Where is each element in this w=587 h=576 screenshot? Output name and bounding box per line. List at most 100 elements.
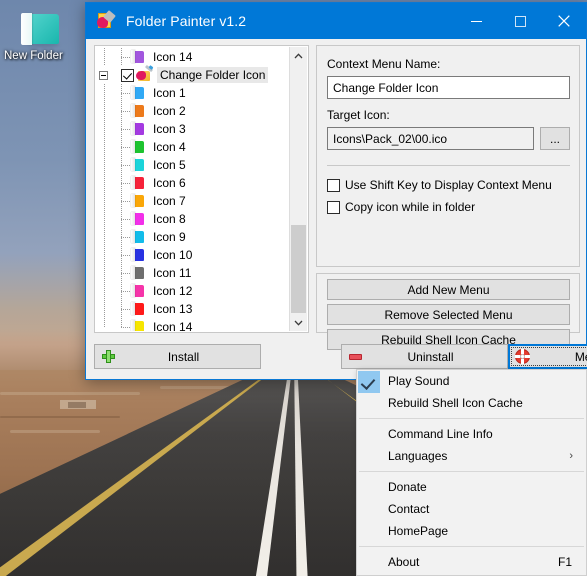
tree-item-icon-1[interactable]: Icon 1 — [96, 84, 290, 102]
menu-item-label: Donate — [388, 480, 427, 494]
chevron-up-icon[interactable] — [290, 47, 307, 64]
uninstall-button[interactable]: Uninstall — [341, 344, 508, 369]
tree-line — [113, 120, 130, 138]
minimize-icon[interactable] — [454, 3, 498, 39]
wallpaper-detail — [10, 430, 100, 433]
menu-item-label: Play Sound — [388, 374, 450, 388]
tree-item-icon-9[interactable]: Icon 9 — [96, 228, 290, 246]
context-menu-name-input[interactable] — [327, 76, 570, 99]
tree-item-icon-10[interactable]: Icon 10 — [96, 246, 290, 264]
tree-expander[interactable] — [96, 66, 113, 84]
folder-icon — [130, 211, 146, 227]
tree-item-icon-6[interactable]: Icon 6 — [96, 174, 290, 192]
tree-line — [113, 48, 130, 66]
tree-line — [96, 48, 113, 66]
browse-button[interactable]: ... — [540, 127, 570, 150]
tree-line — [113, 228, 130, 246]
tree-item-icon-3[interactable]: Icon 3 — [96, 120, 290, 138]
menu-separator — [359, 471, 584, 472]
tree-item-label: Icon 7 — [153, 194, 186, 208]
use-shift-key-checkbox-row[interactable]: Use Shift Key to Display Context Menu — [327, 178, 552, 192]
remove-selected-menu-button[interactable]: Remove Selected Menu — [327, 304, 570, 325]
menu-item-label: About — [388, 555, 420, 569]
tree-item-icon-2[interactable]: Icon 2 — [96, 102, 290, 120]
folder-icon — [130, 193, 146, 209]
scrollbar-thumb[interactable] — [291, 225, 306, 313]
tree-line — [113, 192, 130, 210]
copy-icon-checkbox-row[interactable]: Copy icon while in folder — [327, 200, 475, 214]
folder-icon — [130, 157, 146, 173]
menu-item-command-line-info[interactable]: Command Line Info — [357, 423, 586, 445]
tree-item-icon-12[interactable]: Icon 12 — [96, 282, 290, 300]
tree-line — [96, 120, 113, 138]
menu-item-languages[interactable]: Languages › — [357, 445, 586, 467]
context-menu-popup[interactable]: Play Sound Rebuild Shell Icon Cache Comman… — [356, 369, 587, 576]
folder-icon — [21, 12, 63, 47]
menu-item-contact[interactable]: Contact — [357, 498, 586, 520]
tree-item-icon-14[interactable]: Icon 14 — [96, 318, 290, 331]
menu-item-label: Contact — [388, 502, 430, 516]
desktop-icon-new-folder[interactable]: New Folder — [4, 12, 80, 74]
copy-icon-label: Copy icon while in folder — [345, 200, 476, 214]
menu-item-rebuild-shell-icon-cache[interactable]: Rebuild Shell Icon Cache — [357, 392, 586, 414]
tree-scrollbar[interactable] — [289, 47, 307, 331]
use-shift-key-checkbox[interactable] — [327, 178, 340, 192]
tree-item-icon-8[interactable]: Icon 8 — [96, 210, 290, 228]
paint-folder-icon — [136, 64, 154, 83]
tree-line — [113, 264, 130, 282]
context-menu-name-label: Context Menu Name: — [327, 57, 441, 71]
menu-button[interactable]: Menu ... — [508, 344, 587, 369]
tree-item-icon-4[interactable]: Icon 4 — [96, 138, 290, 156]
tree-line — [96, 264, 113, 282]
tree-item-icon-11[interactable]: Icon 11 — [96, 264, 290, 282]
tree-item-change-folder-icon[interactable]: Change Folder Icon — [96, 64, 290, 84]
tree-item-label: Icon 3 — [153, 122, 186, 136]
add-new-menu-button[interactable]: Add New Menu — [327, 279, 570, 300]
tree-item-label: Icon 5 — [153, 158, 186, 172]
menu-item-label: Command Line Info — [388, 427, 493, 441]
folder-painter-window[interactable]: Folder Painter v1.2 Icon 14 Change Folder… — [85, 2, 587, 380]
tree-line — [96, 174, 113, 192]
close-icon[interactable] — [542, 3, 586, 39]
menu-button-label: Menu ... — [574, 349, 587, 364]
tree-line — [96, 138, 113, 156]
menu-item-play-sound[interactable]: Play Sound — [357, 370, 586, 393]
title-bar[interactable]: Folder Painter v1.2 — [86, 3, 586, 39]
tree-line — [113, 174, 130, 192]
copy-icon-checkbox[interactable] — [327, 200, 340, 214]
tree-item-icon-13[interactable]: Icon 13 — [96, 300, 290, 318]
minus-icon — [342, 344, 368, 369]
folder-icon — [130, 121, 146, 137]
tree-line — [96, 156, 113, 174]
details-panel: Context Menu Name: Target Icon: ... Use … — [316, 45, 580, 267]
folder-icon — [130, 175, 146, 191]
menu-tree-list[interactable]: Icon 14 Change Folder Icon Icon 1 Icon 2 Ico… — [96, 47, 290, 331]
tree-item-label: Icon 9 — [153, 230, 186, 244]
tree-item-icon-14[interactable]: Icon 14 — [96, 48, 290, 66]
folder-icon — [130, 139, 146, 155]
maximize-icon[interactable] — [498, 3, 542, 39]
window-controls[interactable] — [454, 3, 586, 39]
install-button[interactable]: Install — [94, 344, 261, 369]
chevron-down-icon[interactable] — [290, 314, 307, 331]
tree-item-label: Icon 11 — [153, 266, 192, 280]
tree-line — [113, 66, 130, 84]
menu-tree-panel[interactable]: Icon 14 Change Folder Icon Icon 1 Icon 2 Ico… — [94, 45, 309, 333]
menu-item-homepage[interactable]: HomePage — [357, 520, 586, 542]
target-icon-input[interactable] — [327, 127, 534, 150]
lifebuoy-icon — [509, 344, 535, 369]
menu-item-label: Languages — [388, 449, 448, 463]
tree-line — [96, 84, 113, 102]
tree-item-label: Icon 8 — [153, 212, 186, 226]
menu-item-about[interactable]: About F1 — [357, 551, 586, 573]
tree-item-icon-5[interactable]: Icon 5 — [96, 156, 290, 174]
tree-item-icon-7[interactable]: Icon 7 — [96, 192, 290, 210]
menu-item-label: Rebuild Shell Icon Cache — [388, 396, 523, 410]
menu-item-donate[interactable]: Donate — [357, 476, 586, 498]
folder-icon — [130, 301, 146, 317]
tree-line — [96, 102, 113, 120]
target-icon-label: Target Icon: — [327, 108, 390, 122]
uninstall-button-label: Uninstall — [407, 349, 454, 364]
tree-line — [96, 228, 113, 246]
tree-item-checkbox[interactable] — [121, 68, 134, 82]
